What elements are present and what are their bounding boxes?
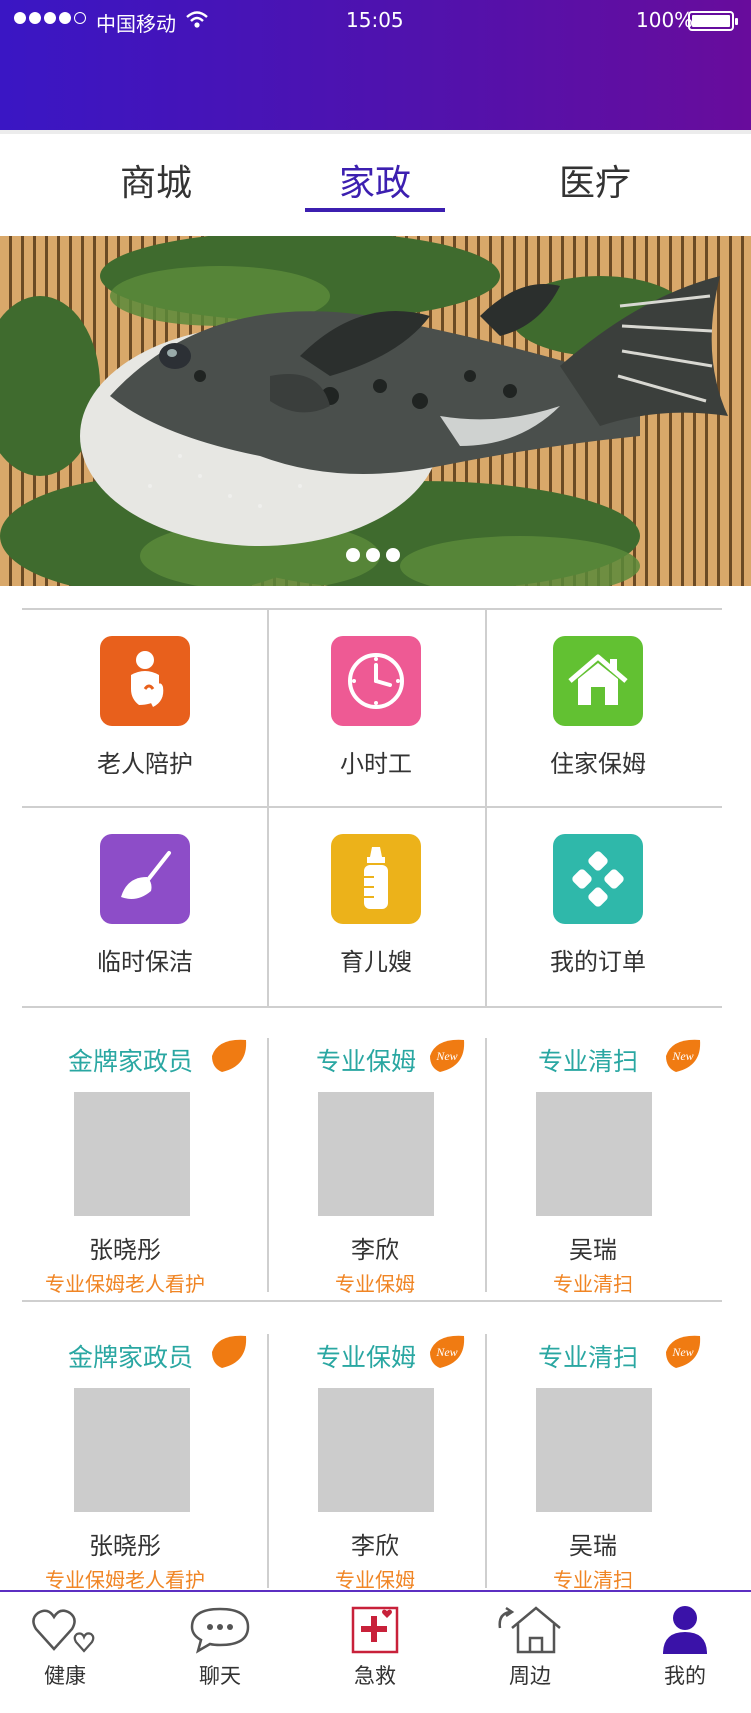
staff-role: 专业保姆老人看护 xyxy=(45,1272,205,1296)
baby-bottle-icon xyxy=(331,834,421,924)
nav-label: 急救 xyxy=(354,1664,396,1688)
battery-icon xyxy=(688,11,738,31)
tab-housekeeping[interactable]: 家政 xyxy=(295,154,455,206)
staff-role: 专业保姆老人看护 xyxy=(45,1568,205,1592)
category-tabs: 商城 家政 医疗 xyxy=(0,130,751,212)
pager-dot[interactable] xyxy=(346,548,360,562)
status-time: 15:05 xyxy=(346,8,404,32)
nav-label: 我的 xyxy=(664,1664,706,1688)
active-tab-indicator xyxy=(305,208,445,212)
card-title: 金牌家政员 xyxy=(68,1343,194,1372)
svg-text:New: New xyxy=(435,1345,457,1359)
service-live-in-nanny[interactable]: 住家保姆 xyxy=(483,610,713,806)
nav-label: 周边 xyxy=(509,1664,551,1688)
svg-text:New: New xyxy=(671,1049,693,1063)
bottom-navigation: 健康 聊天 急救 周边 我的 xyxy=(0,1590,751,1713)
staff-photo-placeholder xyxy=(536,1388,652,1512)
svg-text:New: New xyxy=(671,1345,693,1359)
service-elderly-care[interactable]: 老人陪护 xyxy=(30,610,260,806)
staff-name: 吴瑞 xyxy=(569,1236,617,1264)
carrier-name: 中国移动 xyxy=(96,12,176,36)
staff-card[interactable]: 金牌家政员 张晓彤 专业保姆老人看护 xyxy=(22,1318,252,1592)
service-label: 我的订单 xyxy=(550,948,646,976)
card-title: 专业保姆 xyxy=(316,1047,417,1076)
tab-medical[interactable]: 医疗 xyxy=(515,154,675,206)
service-label: 老人陪护 xyxy=(97,750,193,778)
carousel-pager[interactable] xyxy=(346,548,400,562)
staff-name: 吴瑞 xyxy=(569,1532,617,1560)
staff-role: 专业保姆 xyxy=(335,1272,415,1296)
staff-role: 专业保姆 xyxy=(335,1568,415,1592)
battery-percentage: 100% xyxy=(636,8,694,32)
service-temporary-cleaning[interactable]: 临时保洁 xyxy=(30,808,260,1004)
hearts-icon xyxy=(10,1602,120,1658)
staff-row: 金牌家政员 张晓彤 专业保姆老人看护 专业保姆 New 李欣 专业保姆 专业清扫… xyxy=(22,1022,722,1296)
service-childcare-nanny[interactable]: 育儿嫂 xyxy=(261,808,491,1004)
nav-health[interactable]: 健康 xyxy=(10,1602,120,1690)
clock-icon xyxy=(331,636,421,726)
staff-card[interactable]: 专业保姆 New 李欣 专业保姆 xyxy=(268,1022,498,1296)
card-title: 专业清扫 xyxy=(538,1343,639,1372)
wifi-icon xyxy=(186,10,208,34)
first-aid-icon xyxy=(320,1602,430,1658)
staff-name: 张晓彤 xyxy=(89,1532,161,1560)
new-badge-icon: New xyxy=(430,1335,465,1368)
staff-name: 李欣 xyxy=(351,1236,399,1264)
staff-photo-placeholder xyxy=(536,1092,652,1216)
banner-pufferfish-image xyxy=(0,236,728,586)
staff-role: 专业清扫 xyxy=(553,1568,633,1592)
new-badge-icon: New xyxy=(666,1335,701,1368)
staff-card[interactable]: 专业清扫 New 吴瑞 专业清扫 xyxy=(486,1318,716,1592)
nearby-home-icon xyxy=(475,1602,585,1658)
svg-text:New: New xyxy=(435,1049,457,1063)
nav-nearby[interactable]: 周边 xyxy=(475,1602,585,1690)
chat-bubble-icon xyxy=(165,1602,275,1658)
staff-photo-placeholder xyxy=(74,1388,190,1512)
card-title: 专业保姆 xyxy=(316,1343,417,1372)
staff-name: 李欣 xyxy=(351,1532,399,1560)
nav-label: 健康 xyxy=(44,1664,86,1688)
service-grid: 老人陪护 小时工 住家保姆 临时保洁 育儿嫂 我的订单 xyxy=(22,608,722,1008)
broom-icon xyxy=(100,834,190,924)
staff-row: 金牌家政员 张晓彤 专业保姆老人看护 专业保姆 New 李欣 专业保姆 专业清扫… xyxy=(22,1318,722,1592)
signal-strength-icon xyxy=(14,12,86,24)
app-header: 中国移动 15:05 100% xyxy=(0,0,751,130)
card-title: 金牌家政员 xyxy=(68,1047,194,1076)
staff-photo-placeholder xyxy=(318,1388,434,1512)
user-icon xyxy=(630,1602,740,1658)
staff-role: 专业清扫 xyxy=(553,1272,633,1296)
card-title: 专业清扫 xyxy=(538,1047,639,1076)
staff-name: 张晓彤 xyxy=(89,1236,161,1264)
nav-first-aid[interactable]: 急救 xyxy=(320,1602,430,1690)
pager-dot[interactable] xyxy=(366,548,380,562)
banner-carousel[interactable] xyxy=(0,236,751,586)
home-icon xyxy=(553,636,643,726)
service-label: 小时工 xyxy=(340,750,412,778)
orange-leaf-badge-icon xyxy=(212,1335,247,1368)
status-bar: 中国移动 15:05 100% xyxy=(0,8,751,36)
nav-label: 聊天 xyxy=(199,1664,241,1688)
order-icon xyxy=(553,834,643,924)
pager-dot[interactable] xyxy=(386,548,400,562)
elderly-care-icon xyxy=(100,636,190,726)
nav-mine[interactable]: 我的 xyxy=(630,1602,740,1690)
new-badge-icon: New xyxy=(430,1039,465,1072)
service-my-orders[interactable]: 我的订单 xyxy=(483,808,713,1004)
service-hourly-worker[interactable]: 小时工 xyxy=(261,610,491,806)
staff-photo-placeholder xyxy=(74,1092,190,1216)
staff-photo-placeholder xyxy=(318,1092,434,1216)
staff-card[interactable]: 专业保姆 New 李欣 专业保姆 xyxy=(268,1318,498,1592)
staff-card[interactable]: 专业清扫 New 吴瑞 专业清扫 xyxy=(486,1022,716,1296)
service-label: 住家保姆 xyxy=(550,750,646,778)
nav-chat[interactable]: 聊天 xyxy=(165,1602,275,1690)
tab-mall[interactable]: 商城 xyxy=(76,154,236,206)
section-divider xyxy=(22,1300,722,1302)
service-label: 育儿嫂 xyxy=(340,948,412,976)
new-badge-icon: New xyxy=(666,1039,701,1072)
service-label: 临时保洁 xyxy=(97,948,193,976)
staff-card[interactable]: 金牌家政员 张晓彤 专业保姆老人看护 xyxy=(22,1022,252,1296)
orange-leaf-badge-icon xyxy=(212,1039,247,1072)
